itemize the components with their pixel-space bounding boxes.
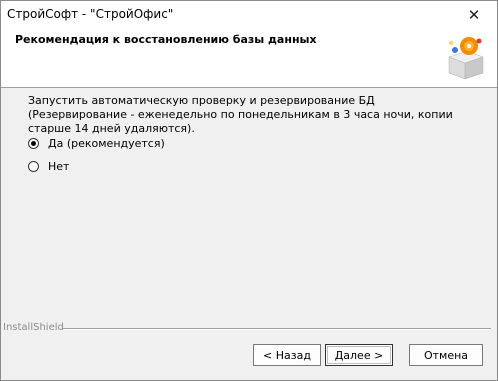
cancel-button[interactable]: Отмена — [409, 344, 483, 366]
page-title: Рекомендация к восстановлению базы данны… — [15, 33, 317, 46]
installer-window: СтройСофт - "СтройОфис" ✕ Рекомендация к… — [0, 0, 498, 381]
setup-box-icon — [448, 37, 484, 80]
window-title: СтройСофт - "СтройОфис" — [7, 7, 174, 21]
radio-label-no[interactable]: Нет — [48, 160, 69, 173]
close-button[interactable]: ✕ — [451, 1, 497, 29]
description-text: Запустить автоматическую проверку и резе… — [28, 94, 453, 135]
back-button[interactable]: < Назад — [253, 344, 321, 366]
radio-label-yes[interactable]: Да (рекомендуется) — [48, 137, 165, 150]
radio-option-no[interactable]: Нет — [28, 160, 69, 173]
radio-option-yes[interactable]: Да (рекомендуется) — [28, 137, 165, 150]
radio-button-no[interactable] — [28, 161, 39, 172]
radio-button-yes[interactable] — [28, 138, 39, 149]
title-bar: СтройСофт - "СтройОфис" ✕ — [1, 1, 497, 29]
close-icon: ✕ — [467, 6, 481, 24]
next-button[interactable]: Далее > — [325, 344, 393, 366]
installshield-brand: InstallShield — [3, 322, 64, 333]
wizard-header: Рекомендация к восстановлению базы данны… — [1, 29, 497, 88]
footer-divider — [63, 328, 491, 330]
